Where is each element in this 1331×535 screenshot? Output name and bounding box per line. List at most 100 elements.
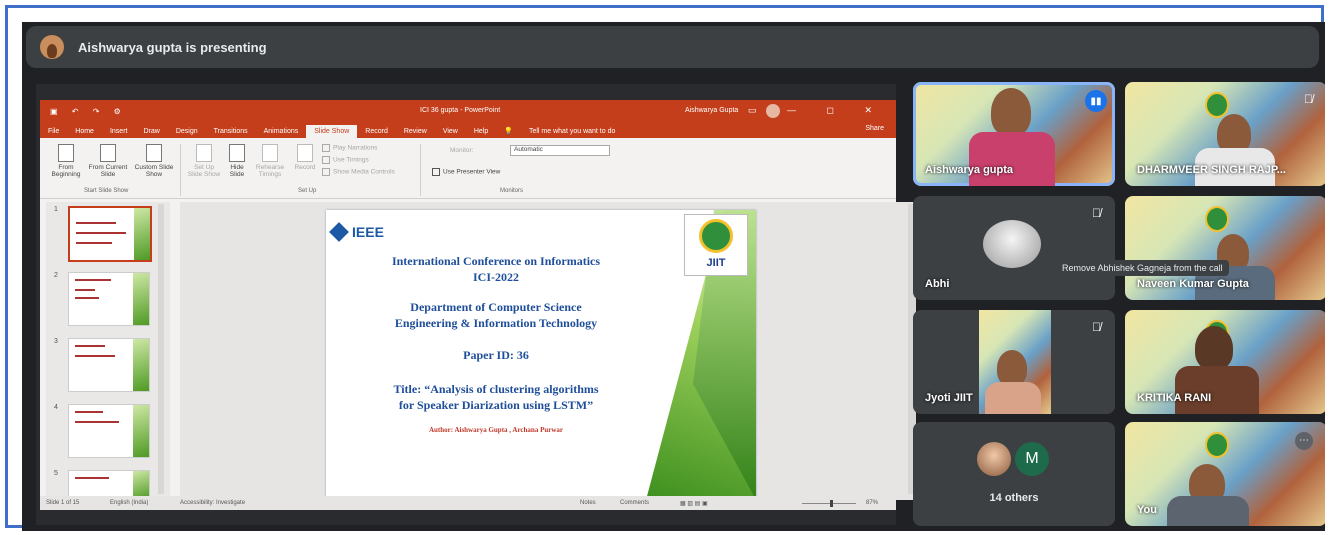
custom-show-icon xyxy=(146,144,162,162)
participant-avatar-initial: M xyxy=(1015,442,1049,476)
ppt-user-name: Aishwarya Gupta xyxy=(685,107,739,114)
ribbon-tabs: File Home Insert Draw Design Transitions… xyxy=(40,122,896,138)
participant-tile[interactable]: 🎙̸ Abhi xyxy=(913,196,1115,300)
rehearse-timings-button[interactable]: Rehearse Timings xyxy=(252,144,288,178)
presentation-stage: ▣ ↶ ↷ ⚙ ICI 36 gupta - PowerPoint Aishwa… xyxy=(36,84,916,525)
tab-help[interactable]: Help xyxy=(466,128,496,138)
lightbulb-icon: 💡 xyxy=(504,128,513,135)
ieee-diamond-icon xyxy=(329,222,349,242)
view-buttons[interactable]: ▦ ▥ ▤ ▣ xyxy=(680,500,708,507)
participant-tile[interactable]: KRITIKA RANI xyxy=(1125,310,1325,414)
slide-counter: Slide 1 of 15 xyxy=(46,500,80,506)
participant-video xyxy=(979,310,1051,414)
slide-thumb-4[interactable] xyxy=(68,404,150,458)
tab-draw[interactable]: Draw xyxy=(135,128,167,138)
tab-slide-show[interactable]: Slide Show xyxy=(306,125,358,138)
monitor-label: Monitor: xyxy=(450,147,474,154)
participant-avatar xyxy=(977,442,1011,476)
ppt-statusbar: Slide 1 of 15 English (India) Accessibil… xyxy=(40,496,896,510)
tab-view[interactable]: View xyxy=(435,128,466,138)
from-beginning-button[interactable]: From Beginning xyxy=(46,144,86,178)
tab-review[interactable]: Review xyxy=(396,128,435,138)
mic-off-icon: 🎙̸ xyxy=(1092,320,1101,334)
slide-thumb-2[interactable] xyxy=(68,272,150,326)
thumb-number: 1 xyxy=(54,206,58,213)
zoom-slider-knob[interactable] xyxy=(830,500,833,507)
tab-file[interactable]: File xyxy=(40,128,67,138)
participant-name: Naveen Kumar Gupta xyxy=(1137,278,1249,290)
powerpoint-window: ▣ ↶ ↷ ⚙ ICI 36 gupta - PowerPoint Aishwa… xyxy=(40,100,916,510)
ppt-titlebar: ▣ ↶ ↷ ⚙ ICI 36 gupta - PowerPoint Aishwa… xyxy=(40,100,896,122)
slide-thumb-3[interactable] xyxy=(68,338,150,392)
participant-name: You xyxy=(1137,504,1157,516)
comments-button[interactable]: Comments xyxy=(620,500,649,506)
participant-video xyxy=(1167,496,1249,526)
ribbon-separator xyxy=(420,144,421,196)
participant-tile[interactable]: 🎙̸ Jyoti JIIT xyxy=(913,310,1115,414)
participant-avatar xyxy=(983,220,1041,268)
participant-tile-self[interactable]: ⋯ You xyxy=(1125,422,1325,526)
record-button[interactable]: Record xyxy=(290,144,320,171)
participant-tile[interactable]: ▮▮ Aishwarya gupta xyxy=(913,82,1115,186)
slide-line-author: Author: Aishwarya Gupta , Archana Purwar xyxy=(428,426,564,434)
hide-slide-button[interactable]: Hide Slide xyxy=(224,144,250,178)
setup-show-button[interactable]: Set Up Slide Show xyxy=(186,144,222,178)
participant-video xyxy=(1195,326,1233,370)
use-timings-checkbox[interactable]: Use Timings xyxy=(322,156,369,164)
play-narrations-checkbox[interactable]: Play Narrations xyxy=(322,144,377,152)
tab-animations[interactable]: Animations xyxy=(256,128,307,138)
quick-access-icons[interactable]: ▣ ↶ ↷ ⚙ xyxy=(50,107,127,116)
notes-button[interactable]: Notes xyxy=(580,500,596,506)
thumb-number: 5 xyxy=(54,470,58,477)
seal-emblem-icon xyxy=(699,219,733,253)
participant-tile[interactable]: M 14 others xyxy=(913,422,1115,526)
options-icon[interactable]: ⋯ xyxy=(1295,432,1313,450)
thumb-number: 2 xyxy=(54,272,58,279)
rehearse-icon xyxy=(262,144,278,162)
record-icon xyxy=(297,144,313,162)
presenting-banner: Aishwarya gupta is presenting xyxy=(26,26,1319,68)
play-beginning-icon xyxy=(58,144,74,162)
ribbon: From Beginning From Current Slide Custom… xyxy=(40,138,896,199)
monitor-select[interactable]: Automatic xyxy=(510,145,610,156)
participant-video xyxy=(991,88,1031,136)
tab-insert[interactable]: Insert xyxy=(102,128,136,138)
mic-off-icon: 🎙̸ xyxy=(1092,206,1101,220)
thumbnail-scrollbar[interactable] xyxy=(158,204,164,494)
presenting-text: Aishwarya gupta is presenting xyxy=(78,39,267,55)
zoom-slider[interactable] xyxy=(802,503,856,504)
remove-participant-tooltip: Remove Abhishek Gagneja from the call xyxy=(1056,260,1229,276)
tab-record[interactable]: Record xyxy=(357,128,396,138)
participant-name: Abhi xyxy=(925,278,950,290)
show-media-controls-checkbox[interactable]: Show Media Controls xyxy=(322,168,395,176)
slide-thumbnails: 1 2 3 4 5 xyxy=(46,202,170,500)
share-button[interactable]: Share xyxy=(865,125,884,132)
language-status[interactable]: English (India) xyxy=(110,500,148,506)
participant-name: DHARMVEER SINGH RAJP... xyxy=(1137,164,1286,176)
screenshot-frame: Aishwarya gupta is presenting ▣ ↶ ↷ ⚙ IC… xyxy=(5,5,1325,531)
slide-line-title: Title: “Analysis of clustering algorithm… xyxy=(393,382,599,396)
tab-transitions[interactable]: Transitions xyxy=(206,128,256,138)
participant-tile[interactable]: 🎙̸ DHARMVEER SINGH RAJP... xyxy=(1125,82,1325,186)
tell-me-box[interactable]: Tell me what you want to do xyxy=(521,128,623,138)
participant-video xyxy=(1175,366,1259,414)
jiit-seal: JIIT xyxy=(684,214,748,276)
tab-design[interactable]: Design xyxy=(168,128,206,138)
participant-tile[interactable]: Naveen Kumar Gupta xyxy=(1125,196,1325,300)
group-set-up: Set Up xyxy=(298,188,317,194)
accessibility-status[interactable]: Accessibility: Investigate xyxy=(180,500,245,506)
thumb-number: 4 xyxy=(54,404,58,411)
slide-thumb-1[interactable] xyxy=(68,206,152,262)
custom-show-button[interactable]: Custom Slide Show xyxy=(132,144,176,178)
ribbon-separator xyxy=(180,144,181,196)
thumb-number: 3 xyxy=(54,338,58,345)
tab-home[interactable]: Home xyxy=(67,128,102,138)
presenter-view-checkbox[interactable]: Use Presenter View xyxy=(432,168,500,176)
window-controls[interactable]: ▭ — ◻ ✕ xyxy=(748,105,886,116)
slide-line-title-2: for Speaker Diarization using LSTM” xyxy=(398,398,594,412)
group-monitors: Monitors xyxy=(500,188,524,194)
participant-name: KRITIKA RANI xyxy=(1137,392,1212,404)
ppt-document-title: ICI 36 gupta - PowerPoint xyxy=(420,107,501,114)
from-current-button[interactable]: From Current Slide xyxy=(88,144,128,178)
zoom-level[interactable]: 87% xyxy=(866,500,878,506)
